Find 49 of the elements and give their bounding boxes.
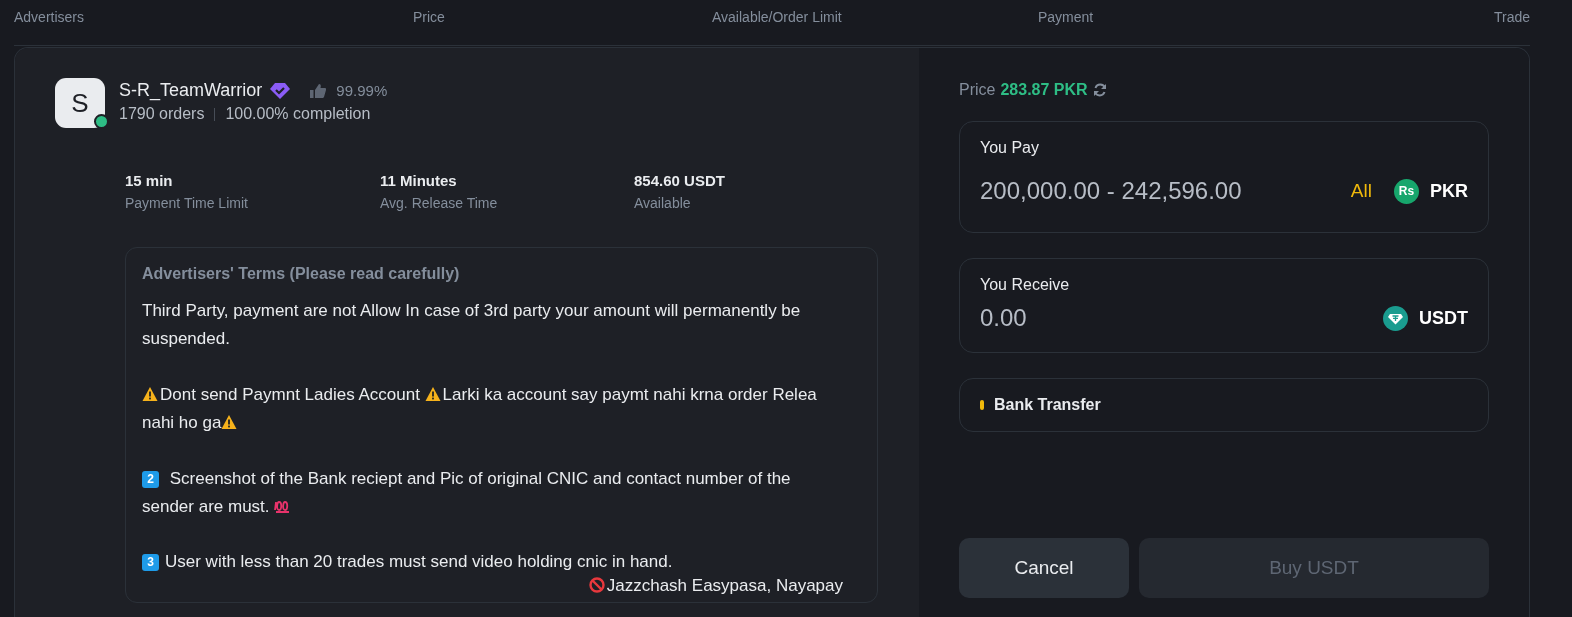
stat-label: Payment Time Limit [125,195,249,211]
amount-input[interactable]: 200,000.00 - 242,596.00 [980,177,1351,205]
number-badge: 3 [142,554,159,571]
hundred-points-icon [274,498,291,514]
column-header: Payment [1038,9,1095,27]
terms-text: Jazzchash Easypasa, Nayapay [606,576,843,595]
stat-value: 854.60 USDT [634,172,726,189]
payment-method-name: Bank Transfer [994,396,1101,414]
stat-label: Avg. Release Time [380,195,499,211]
currency-code: USDT [1419,307,1468,329]
all-link[interactable]: All [1350,180,1372,202]
tether-coin-icon [1383,305,1408,331]
terms-text: Third Party, payment are not Allow In case of 3rd party your amount will permanently be [142,301,801,320]
field-label: You Receive [980,276,1071,294]
prohibited-icon [588,577,605,593]
thumbs-up-icon [310,83,327,98]
stat-label: Available [634,195,692,211]
refresh-icon [1092,83,1107,97]
price-value: 283.87 PKR [1000,81,1088,99]
completion-rate: 100.00% completion [225,105,371,123]
field-label: You Pay [980,139,1040,157]
price-label: Price [959,81,996,99]
payment-method-option[interactable]: Bank Transfer [959,378,1489,432]
avatar-letter: S [71,87,89,119]
currency-badge: Rs [1394,178,1419,204]
terms-text: suspended. [142,329,230,348]
column-header: Advertisers [14,9,86,27]
terms-text: Screenshot of the Bank reciept and Pic of original CNIC and contact number of the [168,469,791,488]
column-header: Available/Order Limit [712,9,843,27]
terms-title: Advertisers' Terms (Please read carefully) [142,265,461,283]
stat-value: 11 Minutes [380,172,458,189]
amount-input[interactable]: 0.00 [980,304,1383,332]
column-header: Price [413,9,446,27]
terms-text: User with less than 20 trades must send video holding cnic in hand. [165,552,673,571]
warning-icon [221,414,238,430]
rating-text: 99.99% [336,82,388,99]
terms-text: sender are must. [142,497,271,516]
cancel-button[interactable]: Cancel [959,538,1129,598]
advertiser-name[interactable]: S-R_TeamWarrior [119,80,263,101]
terms-text: Dont send Paymnt Ladies Account [160,385,421,404]
number-badge: 2 [142,471,159,488]
orders-count: 1790 orders [119,105,205,123]
terms-text: nahi ho ga [142,413,222,432]
warning-icon [142,386,158,402]
currency-code: PKR [1430,180,1468,202]
terms-text: Larki ka account say paymt nahi krna order Relea [442,385,817,404]
stat-value: 15 min [125,172,174,189]
warning-icon [424,386,441,402]
column-header: Trade [1493,9,1530,27]
